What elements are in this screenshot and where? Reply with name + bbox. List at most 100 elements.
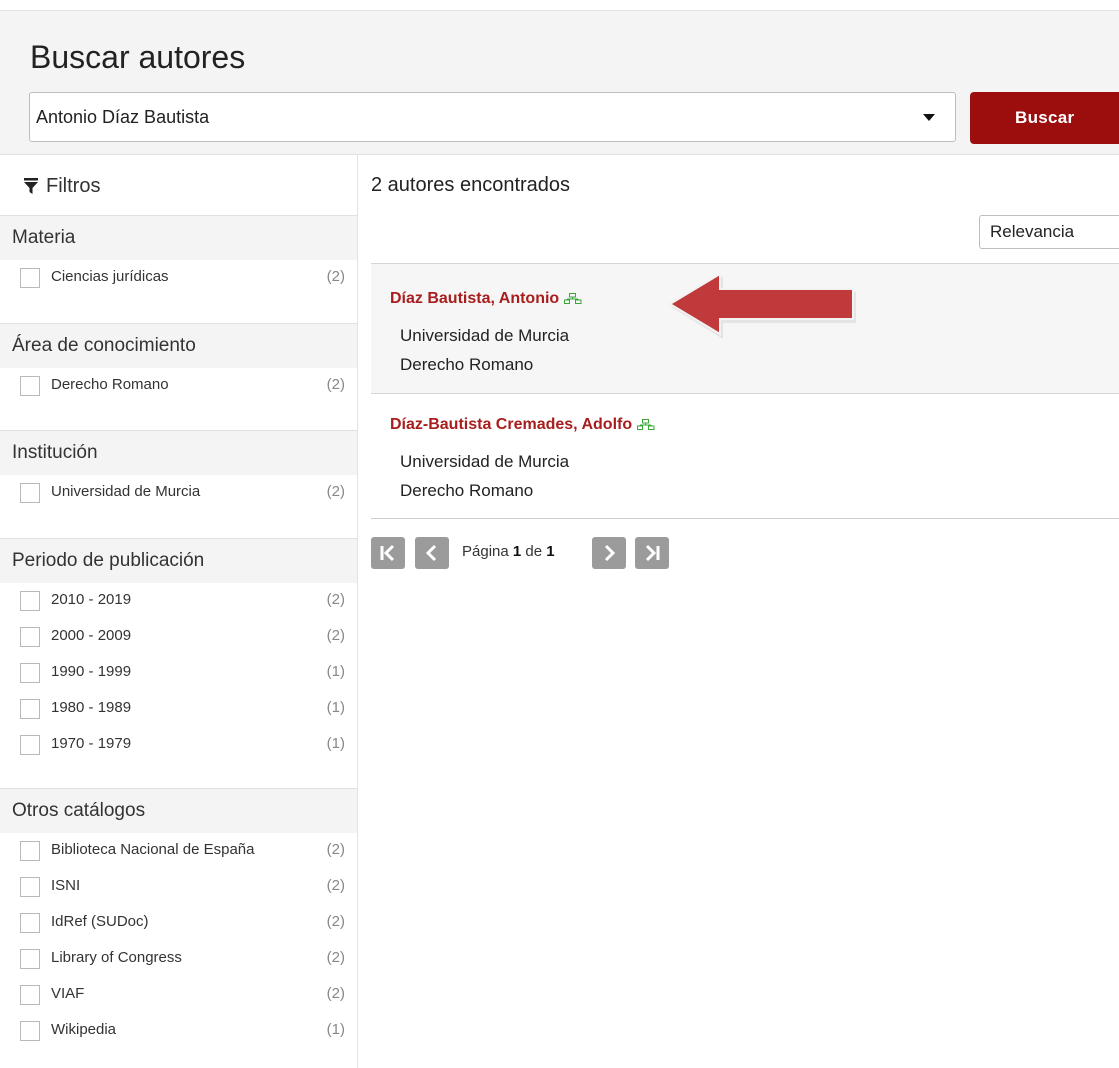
filter-checkbox[interactable]	[20, 663, 40, 683]
filter-section-title: Otros catálogos	[0, 788, 357, 833]
filter-checkbox[interactable]	[20, 877, 40, 897]
filter-label[interactable]: IdRef (SUDoc)	[51, 913, 149, 930]
filter-count: (2)	[326, 376, 345, 393]
filter-item[interactable]: Library of Congress (2)	[0, 941, 357, 977]
filter-section-title: Institución	[0, 430, 357, 475]
author-institution: Universidad de Murcia	[400, 452, 570, 471]
filter-label[interactable]: Biblioteca Nacional de España	[51, 841, 254, 858]
filter-item[interactable]: IdRef (SUDoc) (2)	[0, 905, 357, 941]
filter-label[interactable]: Ciencias jurídicas	[51, 268, 169, 285]
last-page-button[interactable]	[635, 537, 669, 569]
filter-count: (1)	[326, 735, 345, 752]
filter-count: (1)	[326, 1021, 345, 1038]
previous-page-button[interactable]	[415, 537, 449, 569]
filter-item[interactable]: 2000 - 2009 (2)	[0, 619, 357, 655]
filter-label[interactable]: ISNI	[51, 877, 80, 894]
filters-title: Filtros	[46, 175, 101, 197]
filter-item[interactable]: 1990 - 1999 (1)	[0, 655, 357, 691]
filter-item[interactable]: 2010 - 2019 (2)	[0, 583, 357, 619]
filter-section-catalogos: Otros catálogos Biblioteca Nacional de E…	[0, 788, 357, 1049]
filter-section-title: Materia	[0, 215, 357, 260]
annotation-arrow-icon	[668, 272, 856, 339]
author-institution: Universidad de Murcia	[400, 326, 570, 345]
filter-item[interactable]: Universidad de Murcia (2)	[0, 475, 357, 511]
filter-label[interactable]: Wikipedia	[51, 1021, 116, 1038]
filter-section-area: Área de conocimiento Derecho Romano (2)	[0, 323, 357, 404]
filter-count: (2)	[326, 913, 345, 930]
next-page-button[interactable]	[592, 537, 626, 569]
search-button[interactable]: Buscar	[970, 92, 1119, 144]
results-count: 2 autores encontrados	[371, 174, 571, 196]
filter-checkbox[interactable]	[20, 591, 40, 611]
filter-section-title: Periodo de publicación	[0, 538, 357, 583]
total-pages: 1	[546, 543, 555, 560]
filter-label[interactable]: VIAF	[51, 985, 84, 1002]
page-label: Página	[462, 543, 509, 560]
filter-label[interactable]: Derecho Romano	[51, 376, 169, 393]
filter-checkbox[interactable]	[20, 985, 40, 1005]
filter-count: (2)	[326, 591, 345, 608]
filter-label[interactable]: 1970 - 1979	[51, 735, 131, 752]
filter-section-materia: Materia Ciencias jurídicas (2)	[0, 215, 357, 296]
page-indicator: Página 1 de 1	[462, 543, 555, 560]
filter-label[interactable]: 2010 - 2019	[51, 591, 131, 608]
filter-checkbox[interactable]	[20, 913, 40, 933]
search-header: Buscar autores Buscar	[0, 11, 1119, 155]
filter-count: (1)	[326, 663, 345, 680]
filter-checkbox[interactable]	[20, 949, 40, 969]
filter-count: (2)	[326, 627, 345, 644]
filter-item[interactable]: 1980 - 1989 (1)	[0, 691, 357, 727]
first-page-icon	[380, 544, 395, 562]
filter-count: (2)	[326, 841, 345, 858]
filter-item[interactable]: VIAF (2)	[0, 977, 357, 1013]
filter-item[interactable]: ISNI (2)	[0, 869, 357, 905]
filter-checkbox[interactable]	[20, 627, 40, 647]
filter-item[interactable]: Derecho Romano (2)	[0, 368, 357, 404]
filter-checkbox[interactable]	[20, 699, 40, 719]
filter-checkbox[interactable]	[20, 483, 40, 503]
filter-count: (2)	[326, 483, 345, 500]
chevron-left-icon	[425, 544, 437, 562]
filter-section-institucion: Institución Universidad de Murcia (2)	[0, 430, 357, 511]
author-area: Derecho Romano	[400, 355, 534, 374]
first-page-button[interactable]	[371, 537, 405, 569]
search-input[interactable]	[36, 93, 906, 141]
filter-label[interactable]: 1980 - 1989	[51, 699, 131, 716]
funnel-icon	[24, 178, 38, 194]
filter-item[interactable]: Ciencias jurídicas (2)	[0, 260, 357, 296]
author-name-link[interactable]: Díaz Bautista, Antonio	[390, 290, 582, 308]
author-name[interactable]: Díaz-Bautista Cremades, Adolfo	[390, 416, 632, 433]
sort-select[interactable]: Relevancia	[979, 215, 1119, 249]
filter-item[interactable]: 1970 - 1979 (1)	[0, 727, 357, 763]
author-search-combobox[interactable]	[29, 92, 956, 142]
filters-heading: Filtros	[24, 175, 100, 198]
filter-count: (1)	[326, 699, 345, 716]
filter-item[interactable]: Biblioteca Nacional de España (2)	[0, 833, 357, 869]
filter-item[interactable]: Wikipedia (1)	[0, 1013, 357, 1049]
filter-count: (2)	[326, 877, 345, 894]
hierarchy-icon[interactable]	[564, 293, 582, 304]
chevron-right-icon	[604, 544, 616, 562]
filter-label[interactable]: 1990 - 1999	[51, 663, 131, 680]
author-name-link[interactable]: Díaz-Bautista Cremades, Adolfo	[390, 416, 655, 434]
hierarchy-icon[interactable]	[637, 419, 655, 430]
current-page: 1	[512, 543, 522, 560]
filter-checkbox[interactable]	[20, 376, 40, 396]
dropdown-caret-icon[interactable]	[923, 114, 935, 121]
page-title: Buscar autores	[30, 39, 246, 75]
of-label: de	[525, 543, 543, 560]
result-item: Díaz-Bautista Cremades, Adolfo Universid…	[371, 393, 1119, 519]
filter-checkbox[interactable]	[20, 735, 40, 755]
author-area: Derecho Romano	[400, 481, 534, 500]
filter-section-periodo: Periodo de publicación 2010 - 2019 (2) 2…	[0, 538, 357, 763]
filter-checkbox[interactable]	[20, 841, 40, 861]
filters-sidebar: Filtros Materia Ciencias jurídicas (2) Á…	[0, 155, 358, 1068]
last-page-icon	[645, 544, 660, 562]
filter-count: (2)	[326, 268, 345, 285]
author-name[interactable]: Díaz Bautista, Antonio	[390, 290, 559, 307]
filter-label[interactable]: Universidad de Murcia	[51, 483, 200, 500]
filter-label[interactable]: Library of Congress	[51, 949, 182, 966]
filter-label[interactable]: 2000 - 2009	[51, 627, 131, 644]
filter-checkbox[interactable]	[20, 268, 40, 288]
filter-checkbox[interactable]	[20, 1021, 40, 1041]
